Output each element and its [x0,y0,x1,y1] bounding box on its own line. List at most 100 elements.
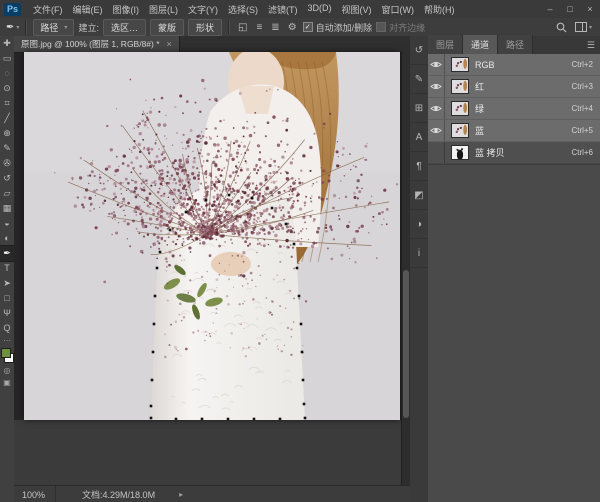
align-edges-checkbox[interactable]: 对齐边缘 [376,21,425,34]
more-tools-icon[interactable]: ⋯ [3,336,11,345]
channel-shortcut: Ctrl+2 [571,60,593,69]
marquee-tool[interactable]: ▭ [0,51,14,66]
styles-panel-icon[interactable]: ◩ [410,181,428,210]
paragraph-panel-icon[interactable]: ¶ [410,152,428,181]
gear-icon[interactable]: ⚙ [286,22,299,33]
color-swatches[interactable] [0,347,14,364]
visibility-toggle[interactable] [428,98,445,119]
align-edges-label: 对齐边缘 [389,21,425,34]
path-arrange-icon[interactable]: ≣ [269,22,281,33]
zoom-tool[interactable]: Q [0,321,14,336]
make-mask-button[interactable]: 蒙版 [150,19,184,36]
path-selection-tool[interactable]: ➤ [0,276,14,291]
menu-item-8[interactable]: 视图(V) [337,1,377,18]
crop-tool[interactable]: ⌗ [0,96,14,111]
visibility-toggle[interactable] [428,76,445,97]
dodge-tool[interactable]: ◐ [0,231,14,246]
panel-tab-通道[interactable]: 通道 [463,35,498,54]
tool-preset-picker[interactable]: ✒ ▾ [6,22,19,33]
visibility-toggle[interactable] [428,120,445,141]
close-button[interactable]: × [580,0,600,18]
channel-row-1[interactable]: 红Ctrl+3 [428,76,600,98]
chevron-down-icon: ▾ [64,24,67,31]
menu-item-7[interactable]: 3D(D) [303,1,337,18]
channel-row-3[interactable]: 蓝Ctrl+5 [428,120,600,142]
brush-panel-icon[interactable]: ✎ [410,65,428,94]
minimize-button[interactable]: – [540,0,560,18]
channel-name: 绿 [475,102,571,115]
channel-thumbnail[interactable] [451,57,469,72]
blur-tool[interactable]: ◒ [0,216,14,231]
menu-item-1[interactable]: 编辑(E) [68,1,108,18]
separator [228,20,230,34]
visibility-toggle[interactable] [428,142,445,163]
type-tool[interactable]: T [0,261,14,276]
screen-mode-button[interactable]: ▣ [0,376,14,388]
make-selection-button[interactable]: 选区… [103,19,146,36]
eyedropper-tool[interactable]: ╱ [0,111,14,126]
menu-item-4[interactable]: 文字(Y) [183,1,223,18]
pasteboard [14,420,402,485]
gradient-tool[interactable]: ▦ [0,201,14,216]
menu-item-0[interactable]: 文件(F) [28,1,68,18]
history-brush-tool[interactable]: ↺ [0,171,14,186]
history-panel-icon[interactable]: ↺ [410,36,428,65]
chevron-down-icon: ▾ [16,24,19,31]
canvas-body[interactable] [14,52,410,485]
workspace-switcher[interactable]: ▾ [575,22,592,32]
channel-thumbnail[interactable] [451,101,469,116]
vertical-scrollbar[interactable] [401,52,410,485]
panel-menu-icon[interactable]: ☰ [587,40,595,51]
menu-item-6[interactable]: 滤镜(T) [263,1,303,18]
channel-row-0[interactable]: RGBCtrl+2 [428,54,600,76]
panel-tab-路径[interactable]: 路径 [498,35,533,54]
healing-brush-tool[interactable]: ⊕ [0,126,14,141]
menu-item-3[interactable]: 图层(L) [144,1,183,18]
pen-tool[interactable]: ✒ [0,246,14,261]
move-tool[interactable]: ✚ [0,36,14,51]
eraser-tool[interactable]: ▱ [0,186,14,201]
quick-mask-button[interactable]: ◎ [0,364,14,376]
menu-item-5[interactable]: 选择(S) [223,1,263,18]
menu-item-10[interactable]: 帮助(H) [419,1,460,18]
search-icon[interactable] [556,22,567,33]
chevron-right-icon[interactable]: ▸ [165,490,183,499]
path-align-icon[interactable]: ≡ [254,22,264,33]
collapsed-panels-column: ↺✎⊞A¶◩◑i [410,36,429,502]
auto-add-delete-checkbox[interactable]: ✓ 自动添加/删除 [303,21,373,34]
lasso-tool[interactable]: ◌ [0,66,14,81]
photo-canvas[interactable] [24,52,400,420]
adjustments-panel-icon[interactable]: ◑ [410,210,428,239]
title-bar: Ps 文件(F)编辑(E)图像(I)图层(L)文字(Y)选择(S)滤镜(T)3D… [0,0,600,19]
eye-icon [430,82,442,91]
hand-tool[interactable]: Ψ [0,306,14,321]
document-tab[interactable]: 原图.jpg @ 100% (图层 1, RGB/8#) * × [14,36,180,52]
panel-tab-图层[interactable]: 图层 [428,35,463,54]
menu-bar: 文件(F)编辑(E)图像(I)图层(L)文字(Y)选择(S)滤镜(T)3D(D)… [28,1,460,18]
channel-shortcut: Ctrl+5 [571,126,593,135]
pen-mode-dropdown[interactable]: 路径 ▾ [33,19,74,36]
menu-item-9[interactable]: 窗口(W) [377,1,420,18]
channel-row-4[interactable]: 蓝 拷贝Ctrl+6 [428,142,600,164]
make-shape-button[interactable]: 形状 [188,19,222,36]
quick-selection-tool[interactable]: ⊙ [0,81,14,96]
channel-thumbnail[interactable] [451,145,469,160]
character-panel-icon[interactable]: A [410,123,428,152]
visibility-toggle[interactable] [428,54,445,75]
panel-tabs: 图层通道路径 ☰ [428,36,600,54]
info-panel-icon[interactable]: i [410,239,428,268]
channel-thumbnail[interactable] [451,79,469,94]
properties-panel-icon[interactable]: ⊞ [410,94,428,123]
scrollbar-thumb[interactable] [403,270,409,418]
foreground-color-swatch[interactable] [1,348,11,358]
maximize-button[interactable]: □ [560,0,580,18]
zoom-level-field[interactable]: 100% [14,486,56,502]
path-operations-icon[interactable]: ◱ [236,22,249,33]
channel-thumbnail[interactable] [451,123,469,138]
clone-stamp-tool[interactable]: ✇ [0,156,14,171]
shape-tool[interactable]: □ [0,291,14,306]
close-icon[interactable]: × [167,39,172,49]
brush-tool[interactable]: ✎ [0,141,14,156]
channel-row-2[interactable]: 绿Ctrl+4 [428,98,600,120]
menu-item-2[interactable]: 图像(I) [108,1,145,18]
